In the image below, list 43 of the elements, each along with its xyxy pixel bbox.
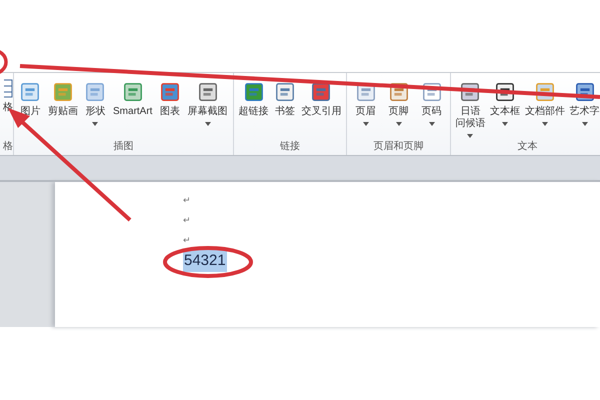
ribbon-icon (242, 81, 265, 103)
caret-icon (396, 122, 402, 126)
group-label: 页眉和页脚 (372, 140, 424, 154)
ribbon-button[interactable]: 交叉引用 (300, 80, 342, 139)
ribbon-button[interactable]: SmartArt (112, 80, 154, 139)
ribbon-icon (310, 81, 332, 103)
ribbon-icon (19, 81, 42, 103)
caret-icon (204, 122, 211, 126)
table-icon (4, 77, 13, 99)
caret-icon (467, 134, 474, 138)
ribbon-button[interactable]: 页脚 (386, 80, 410, 139)
ribbon-button[interactable]: 图表 (158, 80, 182, 139)
caret-icon (582, 122, 588, 126)
caret-icon (362, 122, 368, 126)
paragraph-mark: ↵ (183, 195, 191, 205)
ribbon-icon (122, 81, 144, 103)
ribbon-button[interactable]: 文档部件 (524, 80, 566, 139)
ribbon-button[interactable]: 艺术字 (568, 80, 600, 139)
ribbon-icon (274, 81, 296, 103)
ribbon-button[interactable]: 屏幕截图 (186, 80, 229, 139)
paragraph-mark: ↵ (183, 235, 191, 245)
group-label: 文本 (516, 140, 538, 154)
caret-icon (428, 122, 434, 126)
ribbon-icon (196, 81, 219, 103)
group-label: 格 (2, 140, 13, 154)
ribbon-icon (84, 81, 106, 103)
caret-icon (542, 122, 548, 126)
ribbon-button[interactable]: 页码 (420, 80, 444, 139)
ribbon-button[interactable]: 文本框 (489, 80, 522, 139)
document-text: 54321 (183, 250, 227, 272)
group-label: 链接 (279, 140, 301, 154)
ribbon-icon (52, 81, 74, 103)
ribbon-button[interactable]: 日语 问候语 (454, 80, 486, 139)
ribbon-button[interactable]: 超链接 (238, 80, 270, 139)
ribbon-button[interactable]: 页眉 (354, 80, 378, 139)
ribbon-icon (159, 81, 182, 103)
caret-icon (92, 122, 98, 126)
ribbon-button[interactable]: 剪贴画 (46, 80, 79, 139)
caret-icon (502, 122, 508, 126)
paragraph-mark: ↵ (183, 215, 191, 225)
ribbon-button[interactable]: 书签 (272, 80, 297, 139)
group-label: 插图 (112, 140, 134, 154)
ribbon-button[interactable]: 形状 (83, 80, 108, 139)
